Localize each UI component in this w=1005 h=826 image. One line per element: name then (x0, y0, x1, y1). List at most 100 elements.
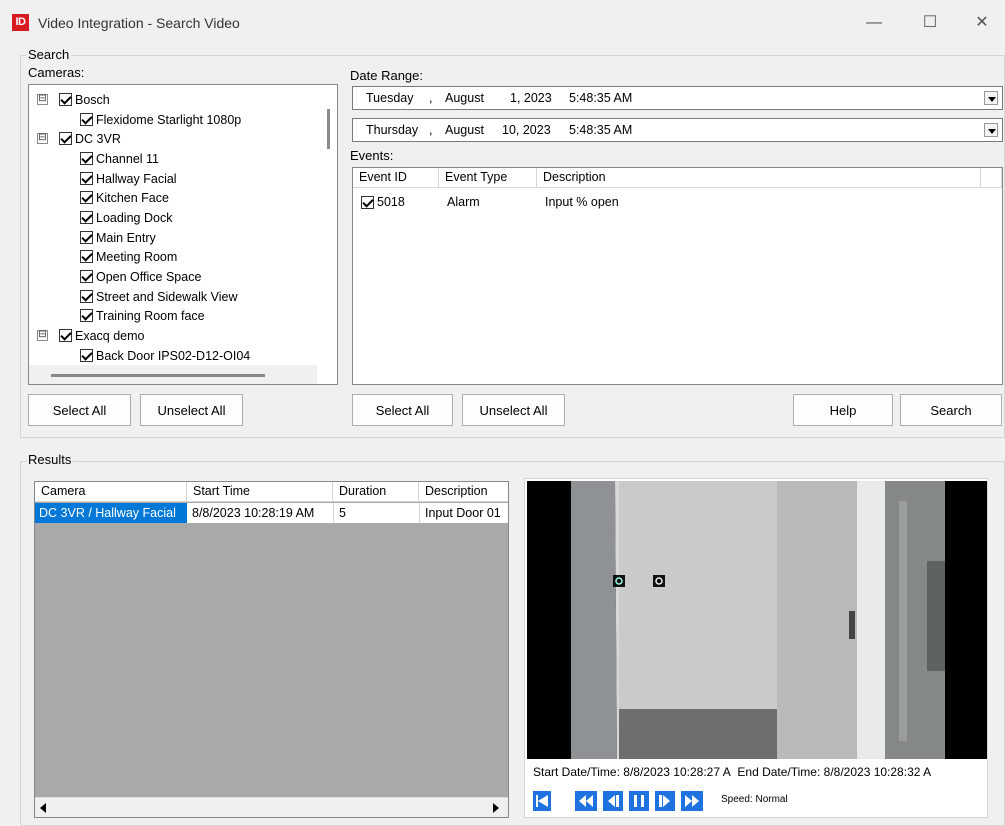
results-horizontal-scrollbar[interactable] (35, 797, 508, 817)
events-col-event-type[interactable]: Event Type (439, 168, 537, 188)
tree-item-label: DC 3VR (75, 131, 121, 146)
tree-checkbox[interactable] (80, 270, 93, 283)
events-col-filler (981, 168, 1002, 188)
event-type: Alarm (447, 195, 480, 209)
minimize-button[interactable]: — (854, 8, 894, 38)
event-id: 5018 (377, 195, 405, 209)
rewind-fast-icon[interactable] (575, 791, 597, 811)
tree-checkbox[interactable] (80, 211, 93, 224)
events-select-all-button[interactable]: Select All (352, 394, 453, 426)
tree-checkbox[interactable] (80, 349, 93, 362)
window-title: Video Integration - Search Video (38, 15, 240, 31)
maximize-button[interactable]: ☐ (910, 8, 950, 38)
tree-item[interactable]: Hallway Facial (80, 169, 177, 188)
date-from-time: 5:48:35 AM (569, 91, 633, 105)
tree-checkbox[interactable] (80, 309, 93, 322)
cameras-tree[interactable]: ⊟ Bosch Flexidome Starlight 1080p ⊟ DC 3VR Ch… (28, 84, 338, 385)
events-row[interactable]: 5018 Alarm Input % open (353, 192, 1002, 212)
date-to-dropdown-icon[interactable] (984, 123, 998, 137)
tree-checkbox[interactable] (59, 93, 72, 106)
result-camera[interactable]: DC 3VR / Hallway Facial (35, 503, 187, 523)
app-icon: ID (12, 14, 29, 31)
date-to-picker[interactable]: Thursday , August 10, 2023 5:48:35 AM (352, 118, 1003, 142)
results-col-camera[interactable]: Camera (35, 482, 187, 502)
date-range-label: Date Range: (350, 68, 423, 83)
date-from-dropdown-icon[interactable] (984, 91, 998, 105)
tree-item[interactable]: Training Room face (80, 306, 205, 325)
collapse-icon[interactable]: ⊟ (37, 133, 48, 144)
tree-checkbox[interactable] (59, 329, 72, 342)
date-from-sep: , (429, 91, 433, 105)
result-duration: 5 (333, 503, 419, 523)
help-button[interactable]: Help (793, 394, 893, 426)
results-legend: Results (26, 452, 74, 467)
tree-item[interactable]: Kitchen Face (80, 188, 169, 207)
date-to-sep: , (429, 123, 433, 137)
tree-checkbox[interactable] (80, 290, 93, 303)
tree-checkbox[interactable] (80, 250, 93, 263)
scroll-left-icon[interactable] (40, 803, 46, 813)
tree-item[interactable]: Main Entry (80, 228, 156, 247)
video-frame[interactable] (527, 481, 987, 759)
collapse-icon[interactable]: ⊟ (37, 94, 48, 105)
tree-item-label: Open Office Space (96, 269, 202, 284)
step-back-icon[interactable] (603, 791, 623, 811)
tree-item-label: Kitchen Face (96, 190, 169, 205)
tree-item-label: Hallway Facial (96, 171, 177, 186)
results-list[interactable]: Camera Start Time Duration Description D… (34, 481, 509, 818)
collapse-icon[interactable]: ⊟ (37, 330, 48, 341)
date-from-picker[interactable]: Tuesday , August 1, 2023 5:48:35 AM (352, 86, 1003, 110)
tree-checkbox[interactable] (80, 231, 93, 244)
tree-item[interactable]: Flexidome Starlight 1080p (80, 110, 241, 129)
tree-checkbox[interactable] (80, 172, 93, 185)
cameras-select-all-button[interactable]: Select All (28, 394, 131, 426)
speed-value: Normal (755, 794, 788, 805)
date-from-month: August (445, 91, 484, 105)
results-col-duration[interactable]: Duration (333, 482, 419, 502)
events-unselect-all-button[interactable]: Unselect All (462, 394, 565, 426)
events-label: Events: (350, 148, 394, 163)
results-col-start-time[interactable]: Start Time (187, 482, 333, 502)
scroll-right-icon[interactable] (493, 803, 499, 813)
fast-forward-icon[interactable] (681, 791, 703, 811)
result-description: Input Door 01 (419, 503, 508, 523)
cameras-label: Cameras: (28, 65, 85, 80)
tree-vertical-scrollbar[interactable] (327, 109, 330, 149)
events-col-description[interactable]: Description (537, 168, 981, 188)
skip-to-start-icon[interactable] (533, 791, 551, 811)
tree-item-label: Flexidome Starlight 1080p (96, 112, 242, 127)
tree-item[interactable]: ⊟ Exacq demo (37, 326, 144, 345)
events-list[interactable]: Event ID Event Type Description 5018 Ala… (352, 167, 1003, 385)
tree-checkbox[interactable] (59, 132, 72, 145)
tree-item-label: Main Entry (96, 230, 156, 245)
tree-item[interactable]: ⊟ Bosch (37, 90, 110, 109)
tree-item[interactable]: Back Door IPS02-D12-OI04 (80, 346, 250, 365)
step-forward-icon[interactable] (655, 791, 675, 811)
cameras-unselect-all-button[interactable]: Unselect All (140, 394, 243, 426)
tree-item[interactable]: ⊟ DC 3VR (37, 129, 121, 148)
tree-item[interactable]: Street and Sidewalk View (80, 287, 238, 306)
title-bar: ID Video Integration - Search Video — ☐ … (0, 0, 1005, 44)
tree-checkbox[interactable] (80, 113, 93, 126)
date-from-day-year: 1, 2023 (510, 91, 552, 105)
tree-item-label: Street and Sidewalk View (96, 289, 238, 304)
date-from-weekday: Tuesday (366, 91, 414, 105)
search-button[interactable]: Search (900, 394, 1002, 426)
tree-checkbox[interactable] (80, 191, 93, 204)
playback-controls: Speed: Normal (533, 791, 788, 811)
events-col-event-id[interactable]: Event ID (353, 168, 439, 188)
tree-item-label: Bosch (75, 92, 110, 107)
results-col-description[interactable]: Description (419, 482, 508, 502)
tree-item[interactable]: Loading Dock (80, 208, 172, 227)
tree-item[interactable]: Meeting Room (80, 247, 177, 266)
tree-item[interactable]: Open Office Space (80, 267, 201, 286)
tree-item[interactable]: Channel 11 (80, 149, 159, 168)
tree-checkbox[interactable] (80, 152, 93, 165)
close-button[interactable]: ✕ (962, 8, 1002, 38)
start-time-value: 8/8/2023 10:28:27 A (623, 765, 731, 779)
pause-icon[interactable] (629, 791, 649, 811)
tree-horizontal-thumb[interactable] (51, 374, 265, 377)
end-time-label: End Date/Time: (737, 765, 821, 779)
tree-horizontal-scrollbar[interactable] (29, 365, 317, 384)
results-row[interactable]: DC 3VR / Hallway Facial 8/8/2023 10:28:1… (35, 503, 508, 523)
